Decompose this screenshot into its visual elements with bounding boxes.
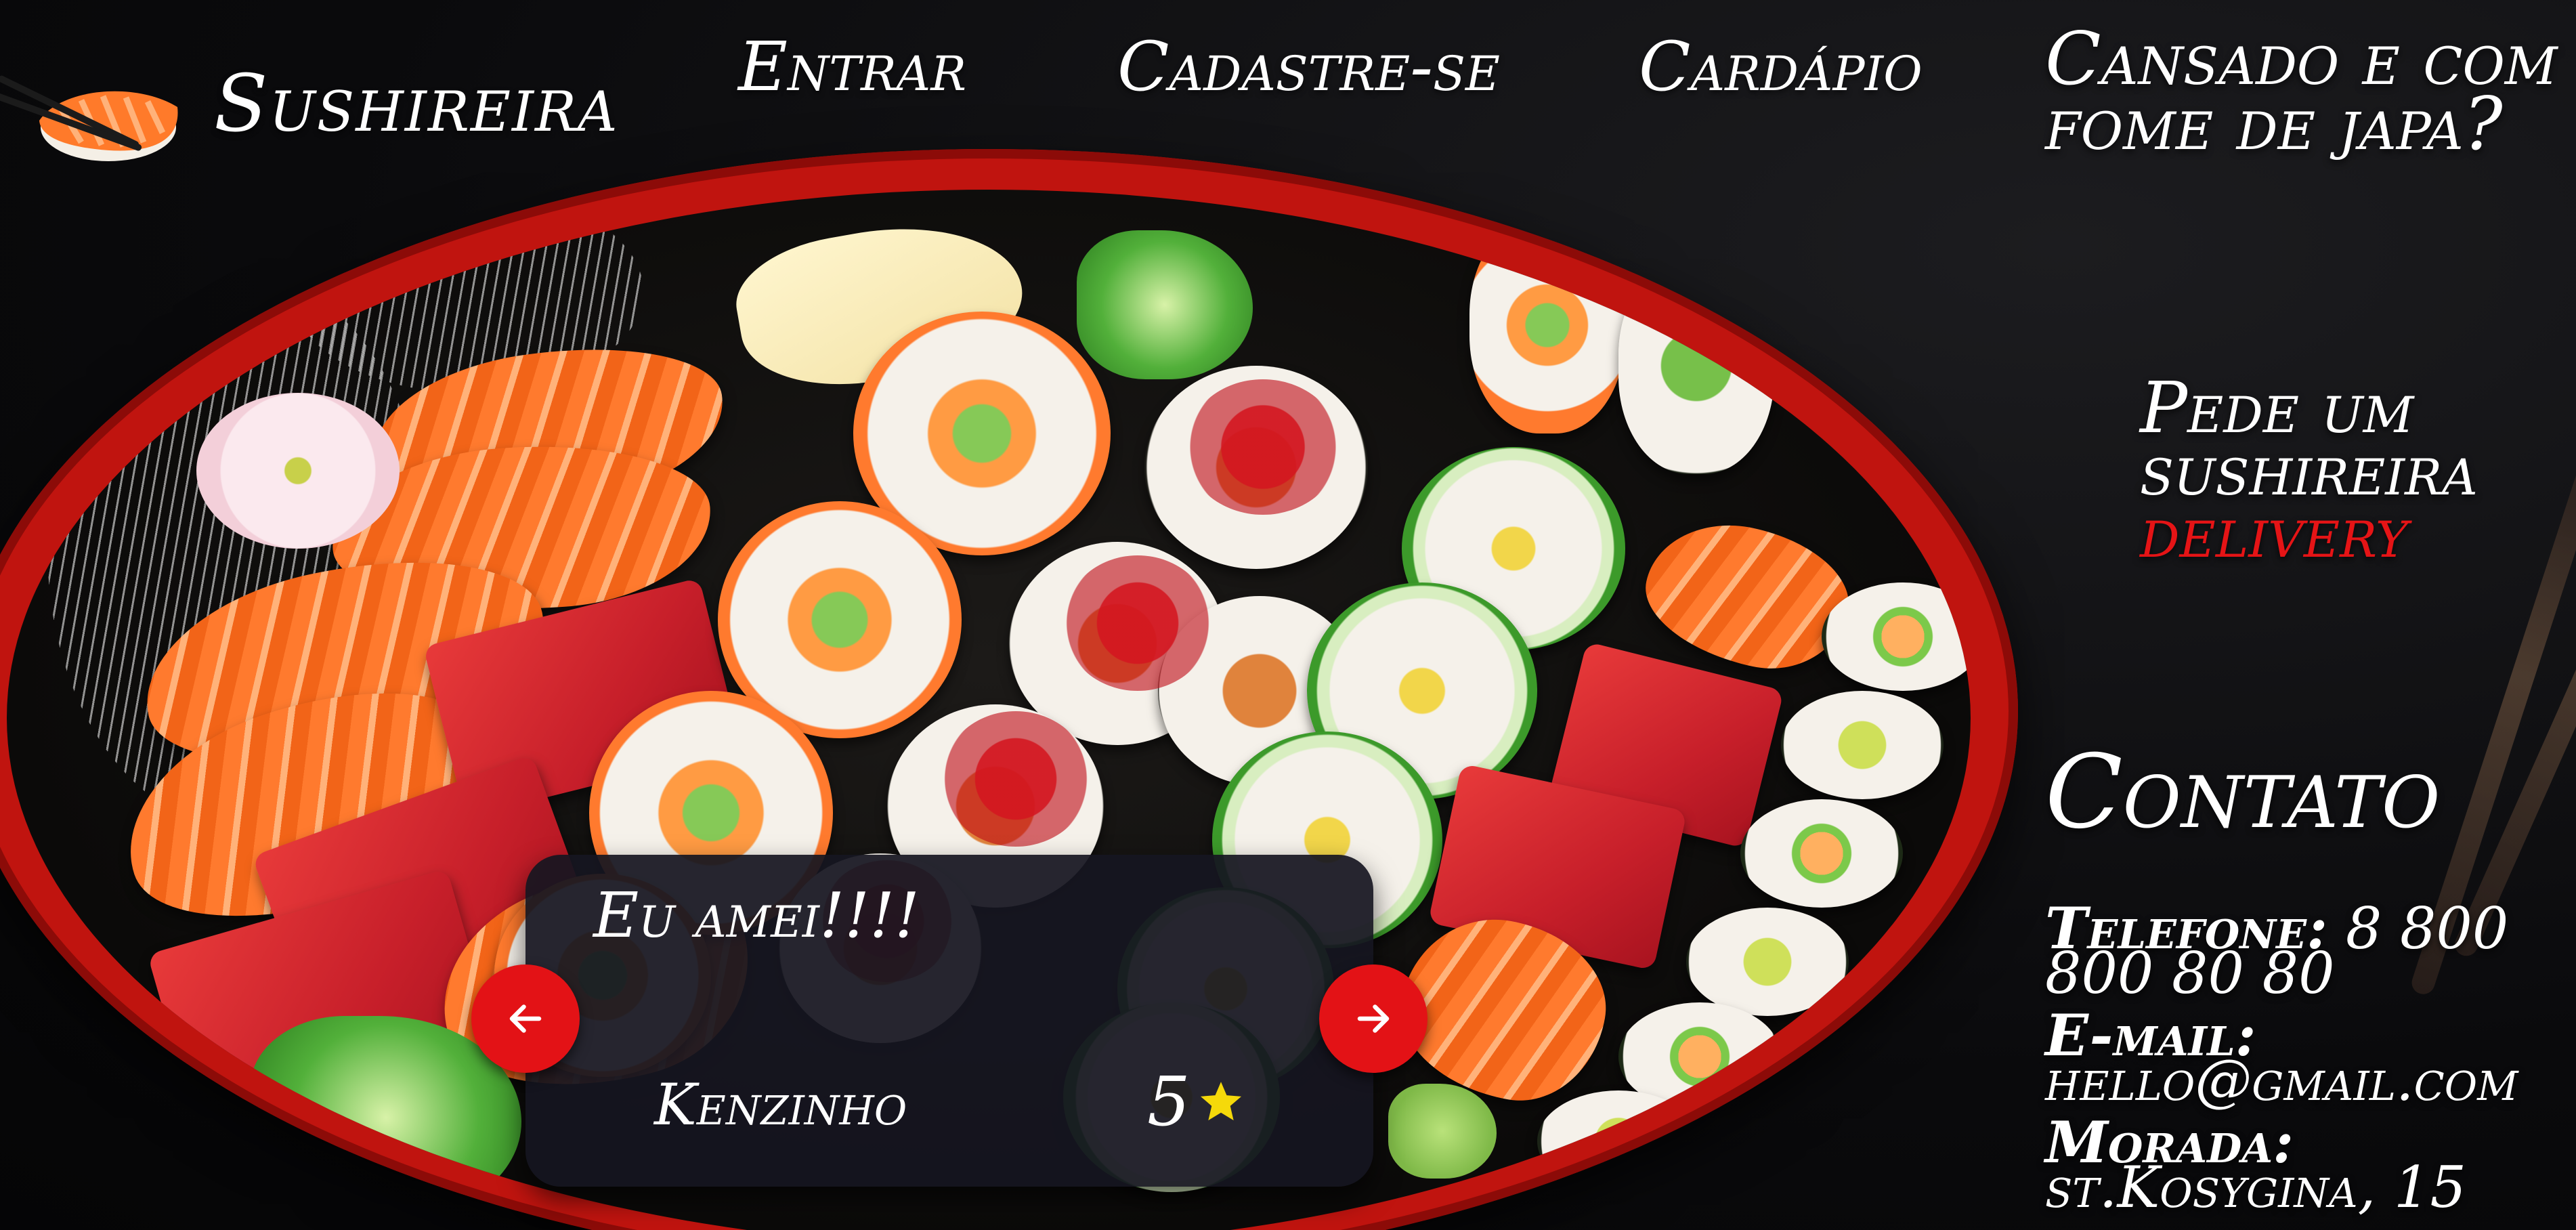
small-maki [1686,908,1849,1016]
testimonial-author: Kenzinho [654,1072,907,1138]
testimonial-next-button[interactable] [1319,964,1427,1073]
nav-signup-link[interactable]: Cadastre-se [1117,27,1500,106]
masago-topping [1063,555,1212,691]
pink-flower-garnish [196,393,400,549]
masago-topping [941,711,1090,847]
small-maki [1740,799,1903,908]
contact-email: E-mail: hello@gmail.com [2045,1007,2567,1109]
promo-delivery-highlight: delivery [2140,491,2409,574]
contact-address: Morada: st.Kosygina, 15 [2045,1114,2567,1216]
page: Sushireira Entrar Cadastre-se Cardápio C… [0,0,2576,1230]
testimonial-text: Eu amei!!!! [593,879,920,952]
wasabi [1388,1084,1497,1179]
address-value: st.Kosygina, 15 [2045,1154,2466,1221]
rating-value: 5 [1147,1062,1190,1141]
salmon-sashimi [1633,508,1861,684]
contact-phone: Telefone: 8 800 800 80 80 [2045,900,2567,1002]
arrow-right-icon [1357,1004,1390,1033]
small-maki [1822,582,1971,691]
cucumber-garnish [1077,230,1253,379]
nav-menu-link[interactable]: Cardápio [1639,27,1923,106]
small-maki [1537,1090,1700,1192]
testimonial-prev-button[interactable] [471,964,580,1073]
cucumber-maki [1618,257,1774,474]
sushi-nigiri-chopsticks-icon [0,75,178,161]
salmon-roll [1469,217,1625,433]
arrow-left-icon [509,1004,542,1033]
contact-title: Contato [2045,734,2441,851]
delivery-promo: Pede um sushireira delivery [2140,373,2573,574]
brand-name[interactable]: Sushireira [214,58,618,150]
small-maki [1781,691,1944,799]
email-value[interactable]: hello@gmail.com [2045,1052,2567,1109]
testimonial-rating: 5 [1147,1062,1245,1141]
hero-tagline: Cansado e com fome de japa? [2045,17,2558,167]
star-icon [1200,1081,1241,1120]
testimonial-card: Eu amei!!!! Kenzinho 5 [525,855,1373,1187]
masago-topping [1185,379,1341,515]
nav-login-link[interactable]: Entrar [738,27,966,106]
